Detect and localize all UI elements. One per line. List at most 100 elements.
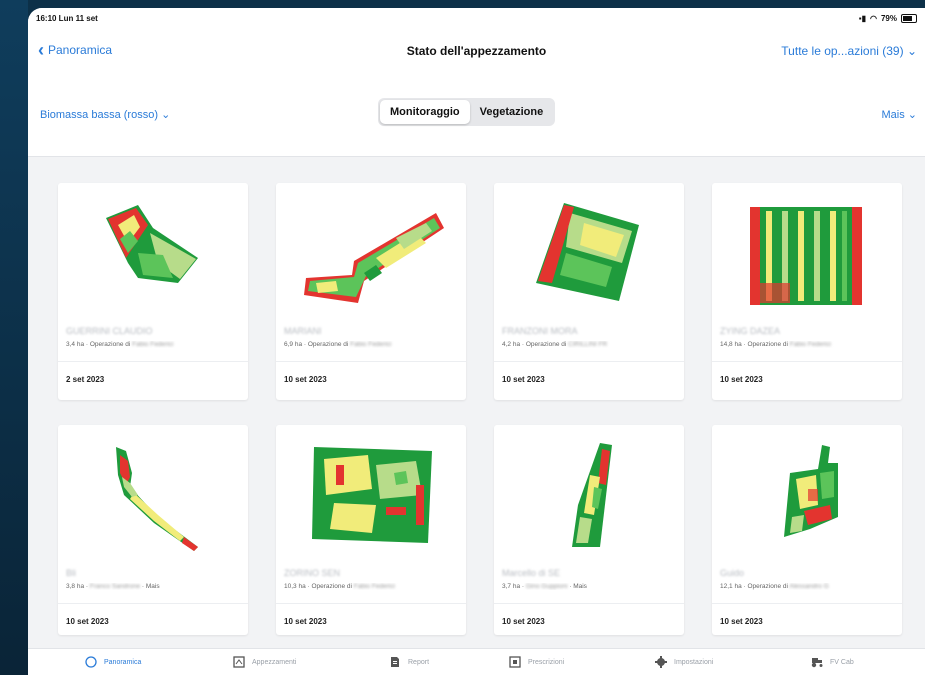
field-name: Guido: [720, 568, 745, 578]
back-label: Panoramica: [48, 43, 113, 57]
field-info-tail: Operazione di: [311, 583, 352, 590]
field-map-image: [304, 213, 444, 303]
operations-dropdown[interactable]: Tutte le op...azioni (39) ⌄: [781, 44, 917, 58]
field-name: ZORINO SEN: [284, 568, 341, 578]
field-info: 3,8 ha · Franco Sandrone · Mais: [66, 583, 160, 590]
tab-panoramica[interactable]: Panoramica: [84, 656, 141, 668]
field-card[interactable]: ZORINO SEN 10,3 ha · Operazione di Fabio…: [276, 425, 466, 635]
field-operator: CIRILLINI FR: [568, 341, 608, 348]
tab-appezzamenti[interactable]: Appezzamenti: [232, 656, 296, 668]
view-segmented-control: Monitoraggio Vegetazione: [378, 98, 556, 126]
filter-bar: Biomassa bassa (rosso) ⌄ Monitoraggio Ve…: [28, 74, 925, 157]
field-name: FRANZONI MORA: [502, 326, 578, 336]
crop-filter-label: Mais: [881, 109, 905, 121]
field-info: 6,9 ha · Operazione di Fabio Federici: [284, 341, 392, 348]
tab-impostazioni[interactable]: Impostazioni: [654, 656, 713, 668]
segment-vegetazione[interactable]: Vegetazione: [470, 100, 554, 124]
field-area: 14,8 ha: [720, 341, 742, 348]
field-info: 4,2 ha · Operazione di CIRILLINI FR: [502, 341, 608, 348]
field-info-tail: Operazione di: [747, 583, 788, 590]
tab-fv-cab[interactable]: FV Cab: [810, 656, 854, 668]
field-date: 10 set 2023: [502, 375, 545, 384]
field-map-image: [106, 205, 198, 283]
field-card[interactable]: Marcello di SE 3,7 ha · Gino Guppioni · …: [494, 425, 684, 635]
crop-filter-dropdown[interactable]: Mais ⌄: [881, 108, 917, 121]
field-name: Marcello di SE: [502, 568, 561, 578]
status-time: 16:10 Lun 11 set: [36, 14, 98, 23]
tractor-icon: [811, 658, 823, 668]
field-date: 10 set 2023: [284, 617, 327, 626]
field-info-tail: Operazione di: [747, 341, 788, 348]
field-card[interactable]: MARIANI 6,9 ha · Operazione di Fabio Fed…: [276, 183, 466, 400]
field-map-image: [750, 207, 862, 305]
field-area: 6,9 ha: [284, 341, 303, 348]
tab-bar: Panoramica Appezzamenti Report Prescrizi…: [28, 648, 925, 675]
field-area: 3,8 ha: [66, 583, 85, 590]
field-area: 10,3 ha: [284, 583, 306, 590]
field-operator: Franco Sandrone: [89, 583, 141, 590]
card-divider: [276, 603, 466, 604]
chevron-down-icon: ⌄: [161, 109, 171, 121]
field-date: 10 set 2023: [720, 375, 763, 384]
field-card[interactable]: ZYING DAZEA 14,8 ha · Operazione di Fabi…: [712, 183, 902, 400]
field-card[interactable]: Guido 12,1 ha · Operazione di Alessandro…: [712, 425, 902, 635]
operations-label: Tutte le op...azioni (39): [781, 44, 904, 58]
field-card[interactable]: FRANZONI MORA 4,2 ha · Operazione di CIR…: [494, 183, 684, 400]
field-info-tail: Mais: [573, 583, 587, 590]
signal-icon: ▪▮: [858, 14, 866, 23]
tab-label: Impostazioni: [674, 658, 714, 666]
back-button[interactable]: ‹ Panoramica: [38, 40, 113, 60]
segment-monitoraggio[interactable]: Monitoraggio: [380, 100, 470, 124]
field-operator: Fabio Federici: [132, 341, 174, 348]
field-info: 14,8 ha · Operazione di Fabio Federici: [720, 341, 831, 348]
card-divider: [58, 603, 248, 604]
field-operator: Alessandro G: [789, 583, 829, 590]
tab-report[interactable]: Report: [388, 656, 429, 668]
field-info: 12,1 ha · Operazione di Alessandro G: [720, 583, 829, 590]
tab-label: Panoramica: [104, 658, 142, 666]
prescription-icon: [509, 656, 521, 668]
card-divider: [58, 361, 248, 362]
tablet-screen: 16:10 Lun 11 set ▪▮ ◠ 79% ‹ Panoramica S…: [28, 8, 925, 675]
field-date: 10 set 2023: [502, 617, 545, 626]
field-info-tail: Operazione di: [307, 341, 349, 348]
field-date: 10 set 2023: [66, 617, 109, 626]
field-name: GUERRINI CLAUDIO: [66, 326, 153, 336]
field-name: Bli: [66, 568, 77, 578]
field-operator: Fabio Federici: [350, 341, 392, 348]
field-map-image: [784, 445, 838, 537]
field-map-image: [572, 443, 612, 547]
card-divider: [494, 603, 684, 604]
field-info: 3,4 ha · Operazione di Fabio Federici: [66, 341, 174, 348]
tab-prescrizioni[interactable]: Prescrizioni: [508, 656, 564, 668]
field-info-tail: Operazione di: [89, 341, 131, 348]
field-area: 12,1 ha: [720, 583, 742, 590]
field-info-tail: Operazione di: [525, 341, 567, 348]
tab-label: Prescrizioni: [528, 658, 565, 666]
status-indicators: ▪▮ ◠ 79%: [859, 14, 917, 23]
clock-icon: [85, 656, 97, 668]
field-info: 3,7 ha · Gino Guppioni · Mais: [502, 583, 587, 590]
field-info-tail: Mais: [145, 583, 160, 590]
tab-label: Report: [408, 658, 430, 666]
field-card[interactable]: Bli 3,8 ha · Franco Sandrone · Mais 10 s…: [58, 425, 248, 635]
tab-label: Appezzamenti: [252, 658, 297, 666]
field-card[interactable]: GUERRINI CLAUDIO 3,4 ha · Operazione di …: [58, 183, 248, 400]
status-bar: 16:10 Lun 11 set ▪▮ ◠ 79%: [28, 8, 925, 28]
card-divider: [276, 361, 466, 362]
field-info: 10,3 ha · Operazione di Fabio Federici: [284, 583, 395, 590]
card-divider: [712, 603, 902, 604]
chevron-left-icon: ‹: [38, 40, 44, 60]
field-map-image: [116, 447, 198, 551]
field-operator: Fabio Federici: [353, 583, 395, 590]
field-icon: [233, 656, 245, 668]
field-name: MARIANI: [284, 326, 322, 336]
wifi-icon: ◠: [870, 14, 877, 23]
field-date: 10 set 2023: [720, 617, 763, 626]
biomass-filter-dropdown[interactable]: Biomassa bassa (rosso) ⌄: [40, 108, 170, 121]
card-divider: [712, 361, 902, 362]
field-area: 3,4 ha: [66, 341, 85, 348]
field-area: 3,7 ha: [502, 583, 521, 590]
tab-label: FV Cab: [830, 658, 854, 666]
card-divider: [494, 361, 684, 362]
